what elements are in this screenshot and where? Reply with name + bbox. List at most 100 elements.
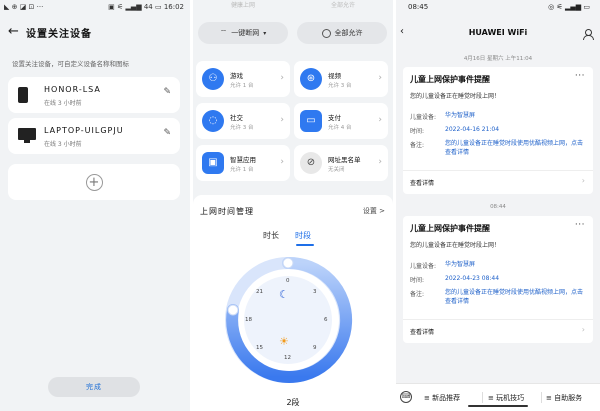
dial-number: 0 bbox=[286, 278, 290, 284]
tile-sub: 允许 3 台 bbox=[230, 125, 254, 131]
status-time: 08:45 bbox=[408, 3, 429, 11]
menu-self-service[interactable]: ≡ 自助服务 bbox=[546, 393, 582, 403]
game-icon: ⚇ bbox=[202, 68, 224, 90]
alert-message-card[interactable]: 儿童上网保护事件提醒 ··· 您的儿童设备正在睡觉时段上网！ 儿童设备: 华为智慧… bbox=[403, 216, 593, 343]
menu-separator bbox=[541, 392, 542, 403]
tile-name: 智慧应用 bbox=[230, 156, 256, 164]
plus-icon: + bbox=[85, 173, 103, 191]
settings-link[interactable]: 设置 > bbox=[363, 206, 385, 216]
back-arrow-icon[interactable]: ← bbox=[8, 25, 26, 39]
tile-sub: 允许 1 台 bbox=[230, 167, 254, 173]
device-card-honor[interactable]: HONOR-LSA 在线 3 小时前 ✎ bbox=[8, 77, 180, 113]
allow-all-button[interactable]: 全部允许 bbox=[297, 22, 387, 44]
chevron-right-icon: › bbox=[581, 325, 585, 334]
menu-new-products[interactable]: ≡ 新品推荐 bbox=[424, 393, 460, 403]
chevron-right-icon: › bbox=[378, 157, 382, 167]
row-value: 您的儿童设备正在睡觉时段使用优酷视频上网，点击查看详情 bbox=[445, 140, 584, 156]
chevron-right-icon: › bbox=[378, 73, 382, 83]
chat-title: HUAWEI WiFi bbox=[468, 28, 528, 37]
dial-number: 18 bbox=[245, 317, 252, 323]
chevron-right-icon: › bbox=[280, 115, 284, 125]
message-title: 儿童上网保护事件提醒 bbox=[410, 224, 490, 233]
row-key: 时间: bbox=[410, 128, 425, 135]
status-bar-right: ▣ ⚟ ▂▄▆ 44 ▭ 16:02 bbox=[108, 3, 184, 11]
edit-pencil-icon[interactable]: ✎ bbox=[163, 87, 171, 97]
time-segment-clock[interactable]: 0 3 6 9 12 15 18 21 ☾ ☀ bbox=[223, 255, 353, 385]
person-icon[interactable] bbox=[583, 29, 594, 40]
divider bbox=[403, 319, 593, 320]
dial-number: 9 bbox=[313, 345, 317, 351]
blocklist-icon: ⊘ bbox=[300, 152, 322, 174]
segment-count: 2段 bbox=[286, 398, 300, 407]
done-button[interactable]: 完成 bbox=[48, 377, 140, 397]
pill-label: 一键断网 bbox=[231, 29, 260, 37]
message-subtitle: 您的儿童设备正在睡觉时段上网！ bbox=[410, 242, 501, 249]
tile-name: 社交 bbox=[230, 114, 243, 122]
tile-sub: 允许 3 台 bbox=[328, 83, 352, 89]
message-row: 儿童设备: 华为智慧屏 bbox=[410, 112, 585, 121]
message-subtitle: 您的儿童设备正在睡觉时段上网！ bbox=[410, 93, 501, 100]
tab-duration[interactable]: 时长 bbox=[263, 230, 279, 241]
device-name: HONOR-LSA bbox=[44, 85, 101, 94]
menu-tips[interactable]: ≡ 玩机技巧 bbox=[488, 393, 524, 403]
row-value: 华为智慧屏 bbox=[445, 261, 476, 268]
row-key: 备注: bbox=[410, 142, 425, 149]
top-label: 健康上网 bbox=[230, 2, 255, 9]
tile-smart-apps[interactable]: ▣ 智慧应用 允许 1 台 › bbox=[196, 145, 290, 181]
page-header: ← 设置关注设备 bbox=[8, 24, 184, 40]
message-timestamp: 08:44 bbox=[490, 204, 506, 210]
view-details-link[interactable]: 查看详情 bbox=[410, 178, 434, 187]
tile-sub: 允许 4 台 bbox=[328, 125, 352, 131]
moon-icon: ☾ bbox=[279, 288, 289, 301]
row-key: 时间: bbox=[410, 277, 425, 284]
chevron-right-icon: › bbox=[280, 73, 284, 83]
row-value: 华为智慧屏 bbox=[445, 112, 476, 119]
more-options-icon[interactable]: ··· bbox=[575, 71, 585, 81]
tile-payment[interactable]: ▭ 支付 允许 4 台 › bbox=[294, 103, 388, 139]
divider bbox=[403, 170, 593, 171]
dial-number: 21 bbox=[256, 289, 263, 295]
one-key-disconnect-button[interactable]: ⌔ 一键断网 ▾ bbox=[198, 22, 288, 44]
alert-message-card[interactable]: 儿童上网保护事件提醒 ··· 您的儿童设备正在睡觉时段上网！ 儿童设备: 华为智慧… bbox=[403, 67, 593, 194]
device-card-laptop[interactable]: LAPTOP-UILGPJU 在线 3 小时前 ✎ bbox=[8, 118, 180, 154]
tile-name: 网址黑名单 bbox=[328, 156, 361, 164]
device-name: LAPTOP-UILGPJU bbox=[44, 126, 124, 135]
message-title: 儿童上网保护事件提醒 bbox=[410, 75, 490, 84]
message-row: 时间: 2022-04-23 08:44 bbox=[410, 275, 585, 284]
parental-control-screen: 健康上网 全部允许 ⌔ 一键断网 ▾ 全部允许 ⚇ 游戏 允许 1 台 › ⊛ … bbox=[193, 0, 393, 411]
tile-video[interactable]: ⊛ 视频 允许 3 台 › bbox=[294, 61, 388, 97]
tile-url-blocklist[interactable]: ⊘ 网址黑名单 无关闭 › bbox=[294, 145, 388, 181]
device-status: 在线 3 小时前 bbox=[44, 100, 82, 107]
top-label: 全部允许 bbox=[330, 2, 355, 9]
dial-number: 15 bbox=[256, 345, 263, 351]
scrolled-header: 健康上网 全部允许 bbox=[193, 0, 393, 9]
segment-handle-end bbox=[227, 304, 239, 316]
message-row: 备注: 您的儿童设备正在睡觉时段使用优酷视频上网，点击查看详情 bbox=[410, 289, 585, 306]
page-title: 设置关注设备 bbox=[26, 28, 92, 40]
message-row: 儿童设备: 华为智慧屏 bbox=[410, 261, 585, 270]
tile-social[interactable]: ◌ 社交 允许 3 台 › bbox=[196, 103, 290, 139]
more-options-icon[interactable]: ··· bbox=[575, 220, 585, 230]
status-bar-right: ◎ ⚟ ▂▄▆ ▭ bbox=[548, 3, 590, 11]
chevron-right-icon: › bbox=[378, 115, 382, 125]
edit-pencil-icon[interactable]: ✎ bbox=[163, 128, 171, 138]
chevron-down-icon: ▾ bbox=[263, 29, 267, 37]
time-management-card: 上网时间管理 设置 > 时长 时段 0 3 6 9 12 15 18 21 ☾ … bbox=[193, 195, 393, 411]
sun-icon: ☀ bbox=[279, 335, 289, 348]
time-management-title: 上网时间管理 bbox=[200, 207, 254, 216]
view-details-link[interactable]: 查看详情 bbox=[410, 327, 434, 336]
row-key: 儿童设备: bbox=[410, 263, 437, 270]
tab-time-segment[interactable]: 时段 bbox=[295, 230, 311, 241]
globe-icon bbox=[321, 28, 331, 38]
row-value: 您的儿童设备正在睡觉时段使用优酷视频上网，点击查看详情 bbox=[445, 289, 584, 305]
add-device-button[interactable]: + bbox=[8, 164, 180, 200]
keyboard-icon[interactable]: ⌨ bbox=[400, 391, 412, 403]
page-description: 设置关注设备，可自定义设备名称和图标 bbox=[12, 60, 129, 68]
home-indicator bbox=[468, 405, 528, 407]
chevron-right-icon: › bbox=[280, 157, 284, 167]
monitor-icon bbox=[18, 128, 36, 143]
clock-ring bbox=[225, 256, 353, 383]
video-icon: ⊛ bbox=[300, 68, 322, 90]
tile-games[interactable]: ⚇ 游戏 允许 1 台 › bbox=[196, 61, 290, 97]
huawei-wifi-chat-screen: 08:45 ◎ ⚟ ▂▄▆ ▭ ‹ HUAWEI WiFi 4月16日 星期六 … bbox=[396, 0, 600, 411]
